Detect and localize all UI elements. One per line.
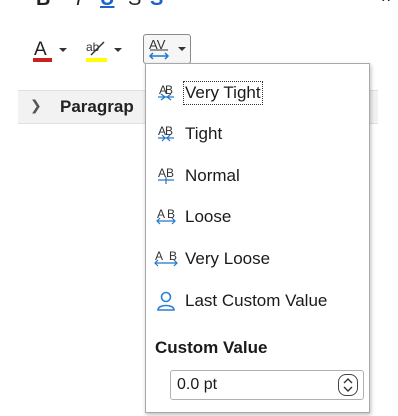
chevron-right-icon[interactable]: ❯ xyxy=(30,97,42,114)
bold-icon[interactable]: B xyxy=(36,0,50,11)
tight-label: Tight xyxy=(185,124,223,143)
svg-text:AB: AB xyxy=(158,124,173,138)
character-spacing-button[interactable]: AV xyxy=(143,34,191,64)
highlighting-dropdown-arrow-icon[interactable] xyxy=(114,48,122,52)
superscript-icon[interactable]: x xyxy=(382,0,390,6)
last-custom-value-option[interactable]: Last Custom Value xyxy=(152,284,364,318)
strikethrough-icon[interactable]: S xyxy=(128,0,141,11)
paragraph-section-label: Paragrap xyxy=(60,97,134,116)
very-tight-option[interactable]: AB Very Tight xyxy=(152,76,364,110)
spin-up-down-icon[interactable] xyxy=(338,374,358,396)
top-toolbar-row-cut: B I U S S x xyxy=(0,0,398,14)
highlighting-icon: ab xyxy=(86,40,107,62)
normal-option[interactable]: AB Normal xyxy=(152,159,364,193)
font-color-dropdown-arrow-icon[interactable] xyxy=(59,48,67,52)
character-spacing-dropdown-arrow-icon[interactable] xyxy=(178,47,186,51)
very-loose-spacing-icon: AB xyxy=(152,245,180,273)
custom-value-heading: Custom Value xyxy=(155,338,268,357)
svg-text:A: A xyxy=(34,39,47,60)
very-tight-label: Very Tight xyxy=(183,81,263,105)
character-spacing-icon: AV xyxy=(148,37,170,60)
svg-text:AB: AB xyxy=(159,83,173,97)
underline-icon[interactable]: U xyxy=(100,0,114,11)
user-icon xyxy=(152,287,180,315)
loose-label: Loose xyxy=(185,207,232,226)
highlighting-color-button[interactable]: ab xyxy=(85,36,122,64)
svg-text:AB: AB xyxy=(157,207,177,221)
shadow-icon[interactable]: S xyxy=(150,0,163,11)
font-color-icon: A xyxy=(33,39,52,62)
loose-option[interactable]: AB Loose xyxy=(152,200,364,234)
normal-label: Normal xyxy=(185,166,240,185)
character-spacing-popup: AB Very Tight AB Tight AB Normal AB Loos… xyxy=(145,63,370,413)
tight-spacing-icon: AB xyxy=(152,120,180,148)
tight-option[interactable]: AB Tight xyxy=(152,117,364,151)
italic-icon[interactable]: I xyxy=(76,0,82,11)
custom-value-spinbox[interactable] xyxy=(170,370,364,400)
font-color-button[interactable]: A xyxy=(32,36,67,64)
svg-text:ab: ab xyxy=(86,40,100,54)
custom-value-input[interactable] xyxy=(177,371,327,399)
loose-spacing-icon: AB xyxy=(152,203,180,231)
normal-spacing-icon: AB xyxy=(152,162,180,190)
last-custom-value-label: Last Custom Value xyxy=(185,291,328,310)
very-loose-option[interactable]: AB Very Loose xyxy=(152,242,364,276)
very-loose-label: Very Loose xyxy=(185,249,271,268)
very-tight-spacing-icon: AB xyxy=(152,79,180,107)
